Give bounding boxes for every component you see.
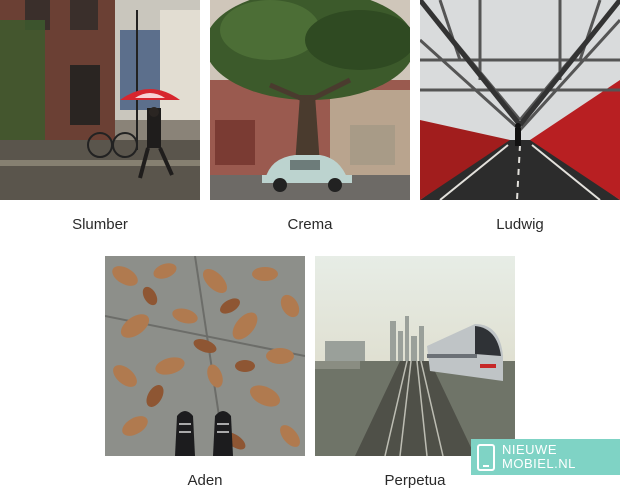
filter-thumbnail-slumber[interactable] xyxy=(0,0,200,200)
phone-icon xyxy=(477,443,495,471)
aden-photo xyxy=(105,256,305,456)
ludwig-photo xyxy=(420,0,620,200)
watermark-line2: MOBIEL.NL xyxy=(502,456,576,471)
filter-label-ludwig: Ludwig xyxy=(496,216,544,233)
filter-thumbnail-crema[interactable] xyxy=(210,0,410,200)
nieuwemobiel-watermark-logo: NIEUWE MOBIEL.NL xyxy=(471,439,620,475)
filter-label-slumber: Slumber xyxy=(72,216,128,233)
filter-thumbnail-ludwig[interactable] xyxy=(420,0,620,200)
filter-label-aden: Aden xyxy=(187,472,223,489)
filter-gallery: Slumber Crema Ludwig Aden Perpetua NIEUW… xyxy=(0,0,620,489)
watermark-line1: NIEUWE xyxy=(502,442,557,457)
crema-photo xyxy=(210,0,410,200)
perpetua-photo xyxy=(315,256,515,456)
filter-thumbnail-perpetua[interactable] xyxy=(315,256,515,456)
watermark-text: NIEUWE MOBIEL.NL xyxy=(502,443,576,471)
slumber-photo xyxy=(0,0,200,200)
filter-thumbnail-aden[interactable] xyxy=(105,256,305,456)
filter-label-crema: Crema xyxy=(287,216,333,233)
